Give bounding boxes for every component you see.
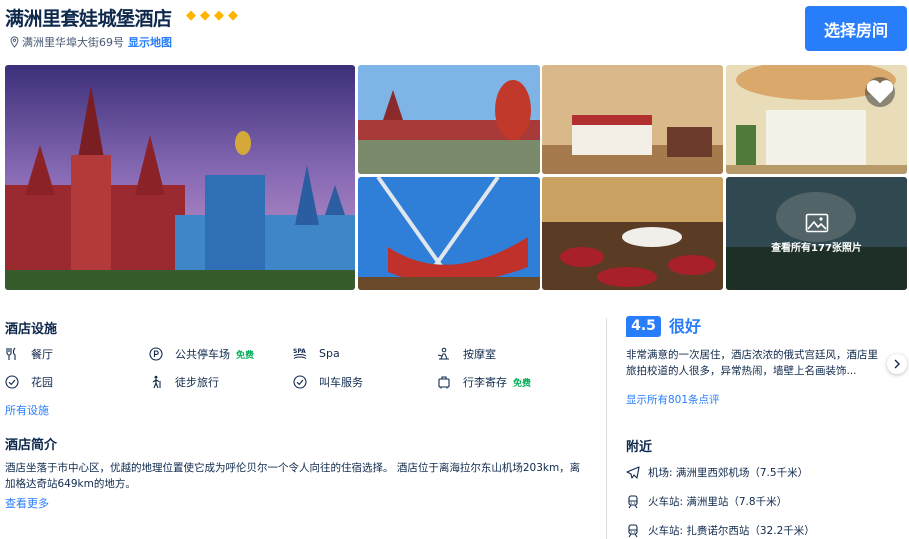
review-excerpt: 非常满意的一次居住，酒店浓浓的俄式宫廷风，酒店里旅拍校道的人很多，异常热闹，墙壁… — [626, 349, 878, 377]
facility-item: 公共停车场 免费 — [149, 346, 254, 362]
see-all-photos-label: 查看所有177张照片 — [771, 243, 862, 254]
facility-item: 叫车服务 — [293, 374, 363, 390]
photo-gallery: 查看所有177张照片 — [5, 65, 907, 290]
review-score-badge: 4.5 — [626, 316, 661, 337]
photo-hotel-room[interactable] — [542, 65, 723, 174]
luggage-icon — [438, 376, 450, 389]
show-map-link[interactable]: 显示地图 — [128, 34, 172, 50]
star-rating: ◆ ◆ ◆ ◆ — [186, 9, 241, 22]
favorite-button[interactable] — [865, 77, 895, 107]
hotel-address: 满洲里华埠大街69号 — [22, 36, 124, 49]
review-score-word: 很好 — [669, 317, 702, 336]
facility-item: SPA Spa — [293, 346, 340, 360]
address-row: 满洲里华埠大街69号 显示地图 — [9, 34, 172, 50]
hotel-name: 满洲里套娃城堡酒店 — [5, 8, 172, 30]
see-more-link[interactable]: 查看更多 — [5, 495, 49, 511]
photo-see-all[interactable]: 查看所有177张照片 — [726, 177, 907, 290]
photo-banquet-hall[interactable] — [542, 177, 723, 290]
facility-item: 花园 — [5, 374, 53, 390]
chevron-right-icon — [894, 359, 900, 369]
select-room-button[interactable]: 选择房间 — [805, 6, 907, 51]
check-circle-icon — [293, 375, 307, 389]
svg-text:SPA: SPA — [293, 348, 306, 355]
photo-lobby-interior[interactable] — [726, 65, 907, 174]
facilities-title: 酒店设施 — [5, 322, 58, 337]
see-all-photos-overlay[interactable]: 查看所有177张照片 — [726, 177, 907, 290]
next-review-button[interactable] — [887, 354, 907, 374]
facility-item: 餐厅 — [5, 346, 53, 362]
train-icon — [628, 494, 638, 508]
location-pin-icon — [10, 36, 19, 48]
check-circle-icon — [5, 375, 19, 389]
hiking-icon — [152, 375, 161, 389]
facility-item: 行李寄存 免费 — [437, 374, 531, 390]
restaurant-icon — [6, 347, 16, 360]
photo-amusement-ride[interactable] — [358, 177, 540, 290]
free-tag: 免费 — [513, 378, 532, 389]
image-icon — [805, 213, 828, 233]
hotel-details: 酒店设施 餐厅 公共停车场 免费 SPA Spa 按摩室 花园 徒步旅行 叫车服… — [5, 318, 595, 510]
plane-icon — [626, 465, 640, 479]
massage-icon — [437, 347, 449, 360]
intro-text: 酒店坐落于市中心区，优越的地理位置使它成为呼伦贝尔一个令人向往的住宿选择。 酒店… — [5, 462, 581, 490]
hotel-header: 满洲里套娃城堡酒店 ◆ ◆ ◆ ◆ 满洲里华埠大街69号 显示地图 选择房间 — [5, 4, 909, 54]
diamond-star-icon: ◆ — [186, 8, 196, 23]
nearby-item: 机场: 满洲里西郊机场（7.5千米） — [626, 465, 808, 480]
column-divider — [606, 318, 607, 539]
train-icon — [628, 523, 638, 537]
all-reviews-link[interactable]: 显示所有801条点评 — [626, 392, 720, 407]
nearby-title: 附近 — [626, 440, 653, 455]
diamond-star-icon: ◆ — [200, 8, 210, 23]
diamond-star-icon: ◆ — [228, 8, 238, 23]
parking-icon — [149, 347, 163, 361]
intro-title: 酒店简介 — [5, 438, 58, 453]
facility-item: 徒步旅行 — [149, 374, 219, 390]
facility-item: 按摩室 — [437, 346, 496, 362]
nearby-item: 火车站: 扎赉诺尔西站（32.2千米） — [626, 523, 815, 538]
free-tag: 免费 — [236, 350, 255, 361]
main-photo-castle[interactable] — [5, 65, 355, 290]
nearby-item: 火车站: 满洲里站（7.8千米） — [626, 494, 787, 509]
heart-icon — [866, 80, 894, 104]
photo-castle-exterior[interactable] — [358, 65, 540, 174]
diamond-star-icon: ◆ — [214, 8, 224, 23]
all-facilities-link[interactable]: 所有设施 — [5, 402, 49, 418]
spa-icon: SPA — [293, 348, 307, 359]
